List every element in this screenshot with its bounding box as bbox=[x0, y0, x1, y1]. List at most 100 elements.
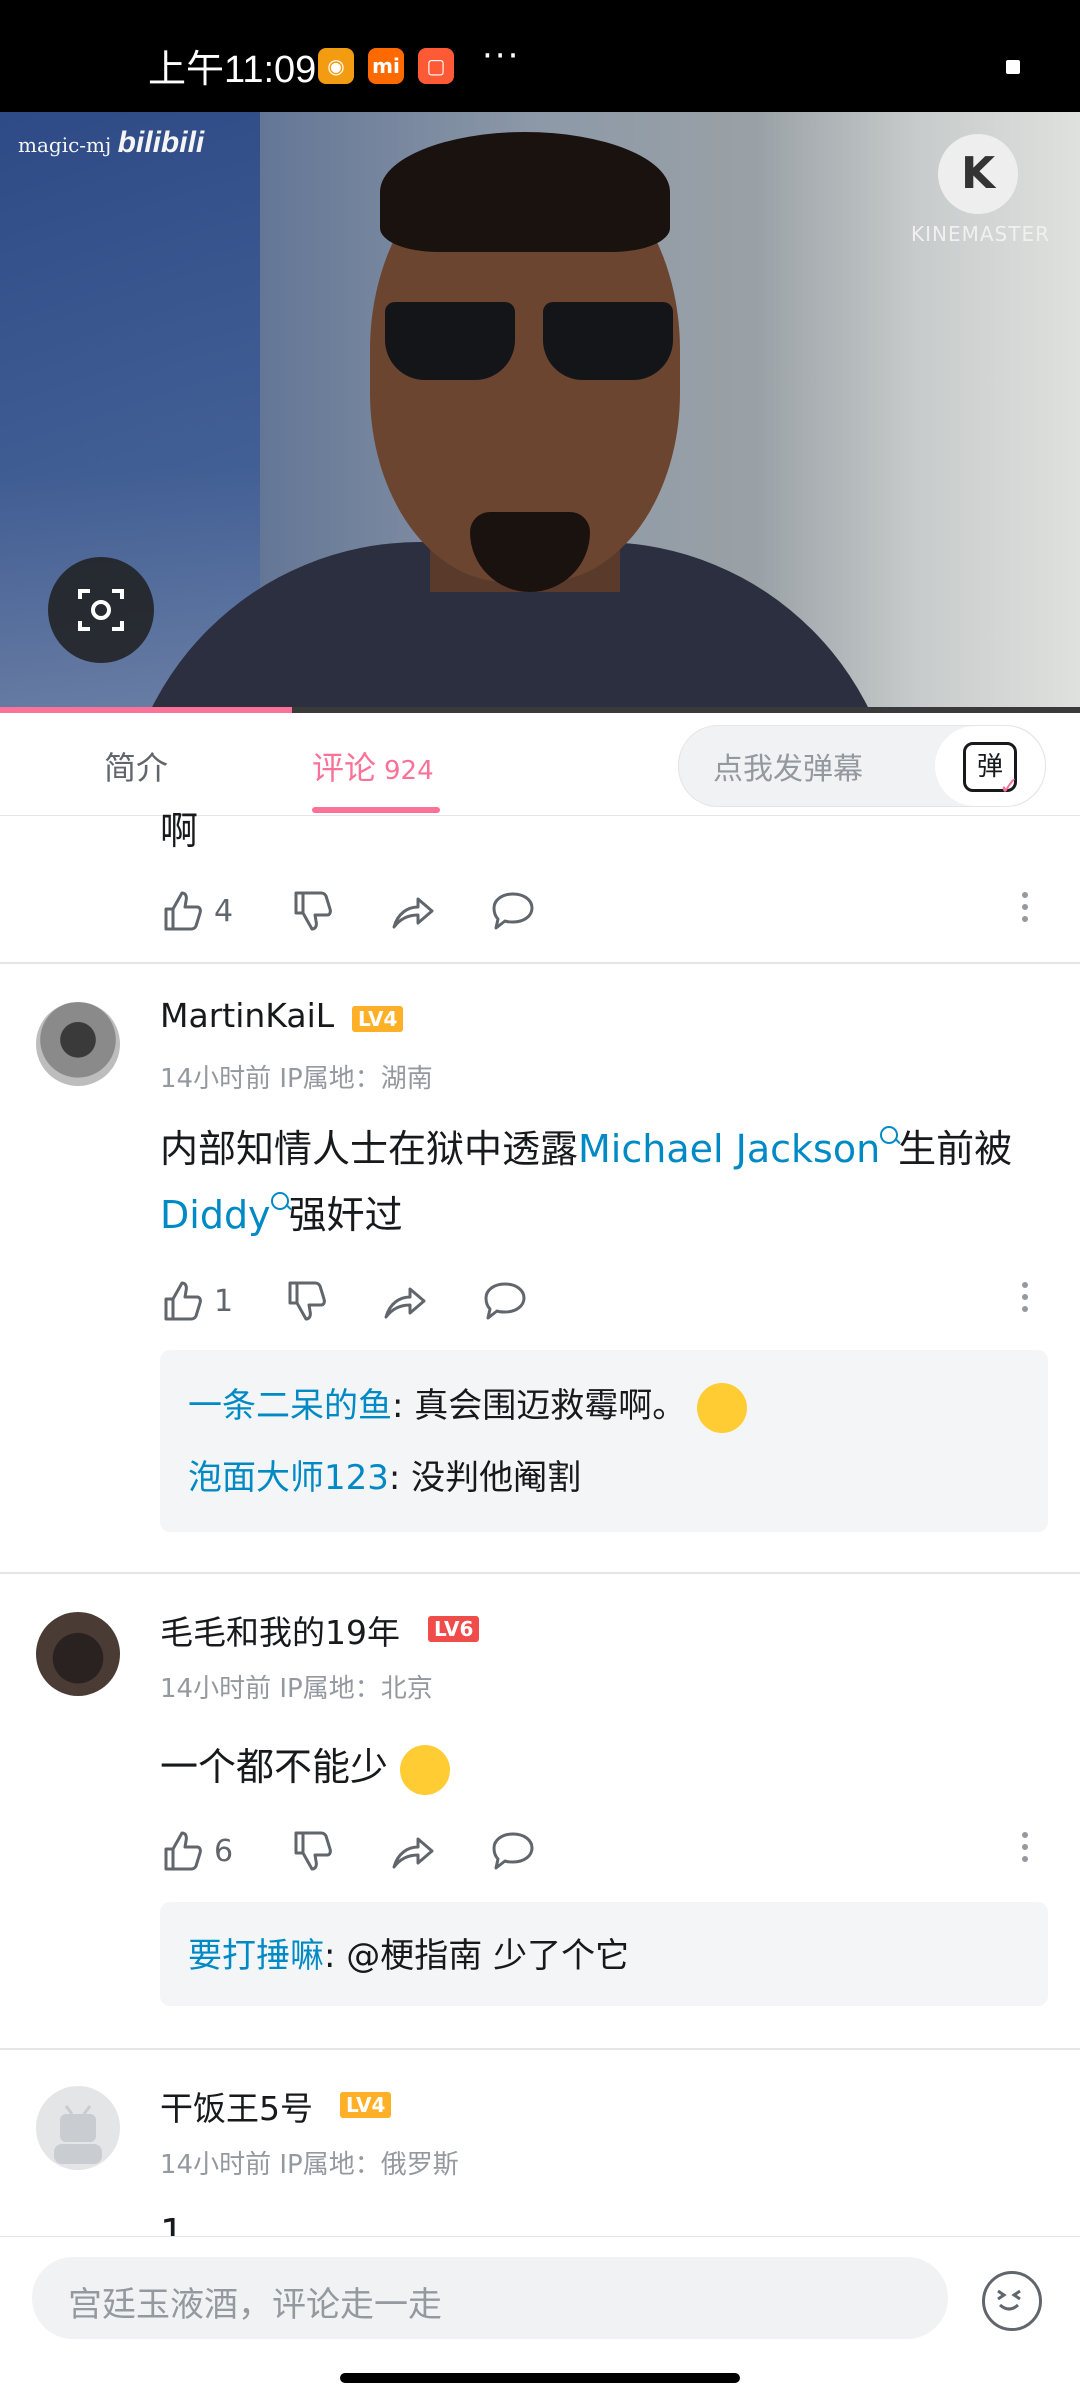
thumbs-down-icon bbox=[288, 1281, 326, 1321]
reply-text: : @梗指南 少了个它 bbox=[324, 1936, 630, 1976]
camera-scan-icon bbox=[78, 589, 124, 631]
tab-comments[interactable]: 评论 924 bbox=[312, 743, 434, 789]
reply-item[interactable]: 泡面大师123: 没判他阉割 bbox=[188, 1450, 581, 1499]
dislike-button[interactable] bbox=[284, 1276, 328, 1326]
reply-item[interactable]: 一条二呆的鱼: 真会围迈救霉啊。 bbox=[188, 1378, 748, 1433]
level-badge: LV4 bbox=[352, 1006, 404, 1032]
username[interactable]: 毛毛和我的19年 bbox=[160, 1606, 400, 1654]
like-count: 4 bbox=[214, 893, 234, 929]
avatar[interactable] bbox=[36, 2086, 120, 2170]
laughing-tears-emoji-icon bbox=[400, 1744, 451, 1795]
reply-button[interactable] bbox=[482, 1276, 528, 1326]
like-button[interactable]: 6 bbox=[160, 1826, 233, 1876]
comment-actions: 4 bbox=[160, 886, 1040, 936]
dislike-button[interactable] bbox=[290, 1826, 334, 1876]
thumbs-up-icon bbox=[164, 1831, 202, 1871]
status-bar: 上午11:09 ◉ mi ▢ ··· bbox=[0, 0, 1080, 112]
video-player[interactable]: magic-mj bilibili K KINEMASTER bbox=[0, 112, 1080, 707]
comment-count: 924 bbox=[384, 756, 434, 786]
divider bbox=[0, 962, 1080, 964]
comment-icon bbox=[492, 892, 534, 930]
battery-icon bbox=[1006, 60, 1020, 74]
comment-icon bbox=[484, 1282, 526, 1320]
kinemaster-logo: K bbox=[938, 134, 1018, 214]
reply-preview[interactable]: 一条二呆的鱼: 真会围迈救霉啊。 泡面大师123: 没判他阉割 bbox=[160, 1350, 1048, 1532]
comment-meta: 14小时前 IP属地：湖南 bbox=[160, 1058, 433, 1095]
danmaku-input[interactable]: 点我发弹幕 弹 ✓ bbox=[678, 725, 1046, 807]
more-options-button[interactable] bbox=[1022, 892, 1030, 932]
like-button[interactable]: 4 bbox=[160, 886, 233, 936]
danmaku-toggle-button[interactable]: 弹 ✓ bbox=[935, 726, 1045, 806]
share-icon bbox=[392, 897, 434, 929]
screenshot-lens-button[interactable] bbox=[48, 557, 154, 663]
search-link-diddy[interactable]: Diddy bbox=[160, 1192, 289, 1237]
reply-button[interactable] bbox=[490, 1826, 536, 1876]
share-button[interactable] bbox=[390, 886, 436, 936]
mi-icon: mi bbox=[368, 48, 404, 84]
store-icon: ▢ bbox=[418, 48, 454, 84]
reply-user: 要打捶嘛 bbox=[188, 1936, 324, 1976]
comment-input-bar: 宫廷玉液酒，评论走一走 bbox=[0, 2236, 1080, 2401]
avatar[interactable] bbox=[36, 1002, 120, 1086]
video-frame-hair bbox=[380, 132, 670, 252]
comment-text: 一个都不能少 bbox=[160, 1734, 1040, 1800]
home-indicator bbox=[340, 2373, 740, 2383]
like-button[interactable]: 1 bbox=[160, 1276, 233, 1326]
username[interactable]: MartinKaiL bbox=[160, 996, 334, 1035]
thumbs-down-icon bbox=[294, 891, 332, 931]
divider bbox=[0, 1572, 1080, 1574]
comment-actions: 6 bbox=[160, 1826, 1040, 1876]
comment-input[interactable]: 宫廷玉液酒，评论走一走 bbox=[32, 2257, 948, 2339]
comment-actions: 1 bbox=[160, 1276, 1040, 1326]
comment-ip: IP属地：俄罗斯 bbox=[279, 2150, 459, 2180]
more-options-button[interactable] bbox=[1022, 1282, 1030, 1322]
comment-ip: IP属地：北京 bbox=[279, 1674, 433, 1704]
share-icon bbox=[392, 1837, 434, 1869]
reply-button[interactable] bbox=[490, 886, 536, 936]
dizzy-face-emoji-icon bbox=[697, 1382, 748, 1433]
comment-input-placeholder: 宫廷玉液酒，评论走一走 bbox=[68, 2285, 442, 2325]
dislike-button[interactable] bbox=[290, 886, 334, 936]
reply-user: 一条二呆的鱼 bbox=[188, 1386, 392, 1426]
comment-ip: IP属地：湖南 bbox=[279, 1064, 433, 1094]
reply-user: 泡面大师123 bbox=[188, 1458, 389, 1498]
level-badge: LV6 bbox=[428, 1616, 480, 1642]
comment-meta: 14小时前 IP属地：北京 bbox=[160, 1668, 433, 1705]
status-time: 上午11:09 bbox=[148, 49, 317, 91]
watermark-left: magic-mj bilibili bbox=[18, 126, 205, 159]
thumbs-up-icon bbox=[164, 1281, 202, 1321]
avatar[interactable] bbox=[36, 1612, 120, 1696]
danmaku-placeholder: 点我发弹幕 bbox=[713, 752, 863, 787]
share-icon bbox=[384, 1287, 426, 1319]
comment-meta: 14小时前 IP属地：俄罗斯 bbox=[160, 2144, 459, 2181]
reply-text: : 没判他阉割 bbox=[388, 1458, 582, 1498]
share-button[interactable] bbox=[390, 1826, 436, 1876]
comment-time: 14小时前 bbox=[160, 1064, 272, 1094]
reply-item[interactable]: 要打捶嘛: @梗指南 少了个它 bbox=[188, 1928, 629, 1977]
comment-time: 14小时前 bbox=[160, 2150, 272, 2180]
more-options-button[interactable] bbox=[1022, 1832, 1030, 1872]
search-mini-icon bbox=[880, 1126, 899, 1144]
tab-comments-label: 评论 bbox=[312, 749, 377, 787]
more-notifications-icon: ··· bbox=[482, 36, 521, 76]
username[interactable]: 干饭王5号 bbox=[160, 2082, 313, 2130]
thumbs-down-icon bbox=[294, 1831, 332, 1871]
level-badge: LV4 bbox=[340, 2092, 392, 2118]
check-icon: ✓ bbox=[999, 772, 1020, 800]
emoji-picker-icon[interactable] bbox=[982, 2271, 1042, 2331]
comment-text: 内部知情人士在狱中透露Michael Jackson 生前被Diddy 强奸过 bbox=[160, 1126, 1013, 1237]
divider bbox=[0, 2048, 1080, 2050]
kinemaster-watermark: KINEMASTER bbox=[911, 222, 1050, 246]
share-button[interactable] bbox=[382, 1276, 428, 1326]
comment-time: 14小时前 bbox=[160, 1674, 272, 1704]
tab-intro[interactable]: 简介 bbox=[104, 743, 168, 789]
search-link-michael-jackson[interactable]: Michael Jackson bbox=[578, 1126, 899, 1171]
comment-icon bbox=[492, 1832, 534, 1870]
video-frame-sunglasses bbox=[385, 302, 675, 382]
reply-preview[interactable]: 要打捶嘛: @梗指南 少了个它 bbox=[160, 1902, 1048, 2006]
comment-text-partial: 啊 bbox=[160, 809, 199, 853]
thumbs-up-icon bbox=[164, 891, 202, 931]
reply-text: : 真会围迈救霉啊。 bbox=[392, 1386, 687, 1426]
like-count: 6 bbox=[214, 1833, 234, 1869]
weibo-icon: ◉ bbox=[318, 48, 354, 84]
